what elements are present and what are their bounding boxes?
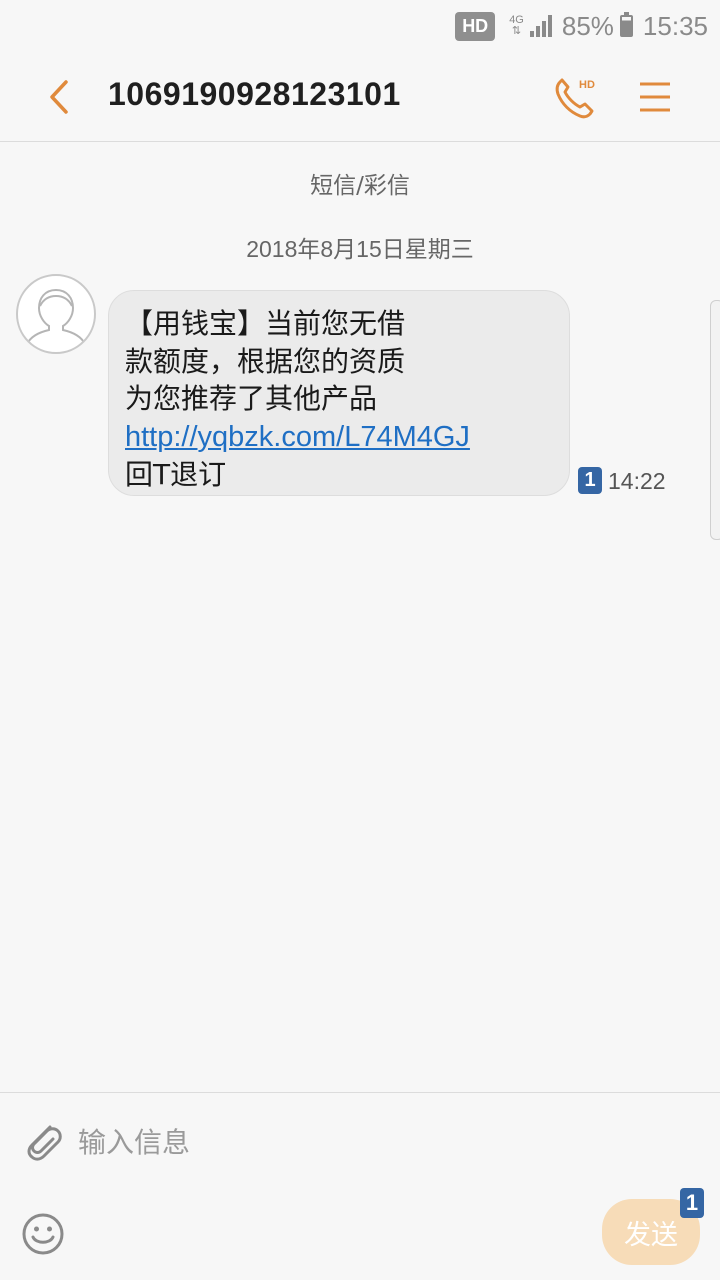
- smiley-icon: [22, 1213, 64, 1255]
- composer: 发送 1: [0, 1092, 720, 1280]
- message-type-label: 短信/彩信: [310, 173, 410, 199]
- network-indicator: 4G ⇅: [509, 14, 524, 37]
- network-type: 4G: [509, 14, 524, 26]
- message-line: 款额度，根据您的资质: [125, 344, 406, 378]
- hd-voice-badge: HD: [455, 11, 496, 41]
- hd-phone-icon: HD: [555, 78, 595, 119]
- send-sim-badge: 1: [680, 1188, 704, 1218]
- message-time: 14:22: [608, 468, 666, 494]
- date-separator: 2018年8月15日星期三: [246, 236, 474, 262]
- emoji-button[interactable]: [20, 1211, 66, 1257]
- hamburger-menu-icon: [640, 82, 670, 112]
- attach-button[interactable]: [20, 1117, 66, 1163]
- scroll-handle[interactable]: [710, 300, 720, 540]
- hd-label: HD: [579, 79, 595, 91]
- message-line: 【用钱宝】当前您无借: [125, 307, 406, 340]
- avatar[interactable]: [16, 274, 96, 354]
- conversation-header: 1069190928123101 HD: [0, 52, 720, 142]
- sim-badge: 1: [578, 467, 602, 494]
- message-input[interactable]: [78, 1121, 578, 1163]
- back-button[interactable]: [40, 74, 84, 120]
- message-line: 为您推荐了其他产品: [125, 382, 378, 415]
- contact-number: 1069190928123101: [108, 76, 401, 112]
- battery-percent: 85%: [561, 10, 614, 41]
- battery-icon: [619, 12, 633, 37]
- call-button[interactable]: HD: [550, 72, 606, 122]
- default-avatar-icon: [26, 289, 86, 345]
- message-line: 回T退订: [125, 458, 227, 491]
- chevron-left-icon: [50, 80, 68, 114]
- message-bubble[interactable]: 【用钱宝】当前您无借 款额度，根据您的资质 为您推荐了其他产品 http://y…: [108, 290, 570, 496]
- menu-button[interactable]: [636, 76, 676, 118]
- signal-icon: [528, 15, 552, 37]
- message-link[interactable]: http://yqbzk.com/L74M4GJ: [125, 421, 470, 453]
- status-bar: HD 4G ⇅ 85% 15:35: [0, 0, 720, 52]
- paperclip-icon: [27, 1125, 62, 1161]
- clock: 15:35: [642, 10, 708, 41]
